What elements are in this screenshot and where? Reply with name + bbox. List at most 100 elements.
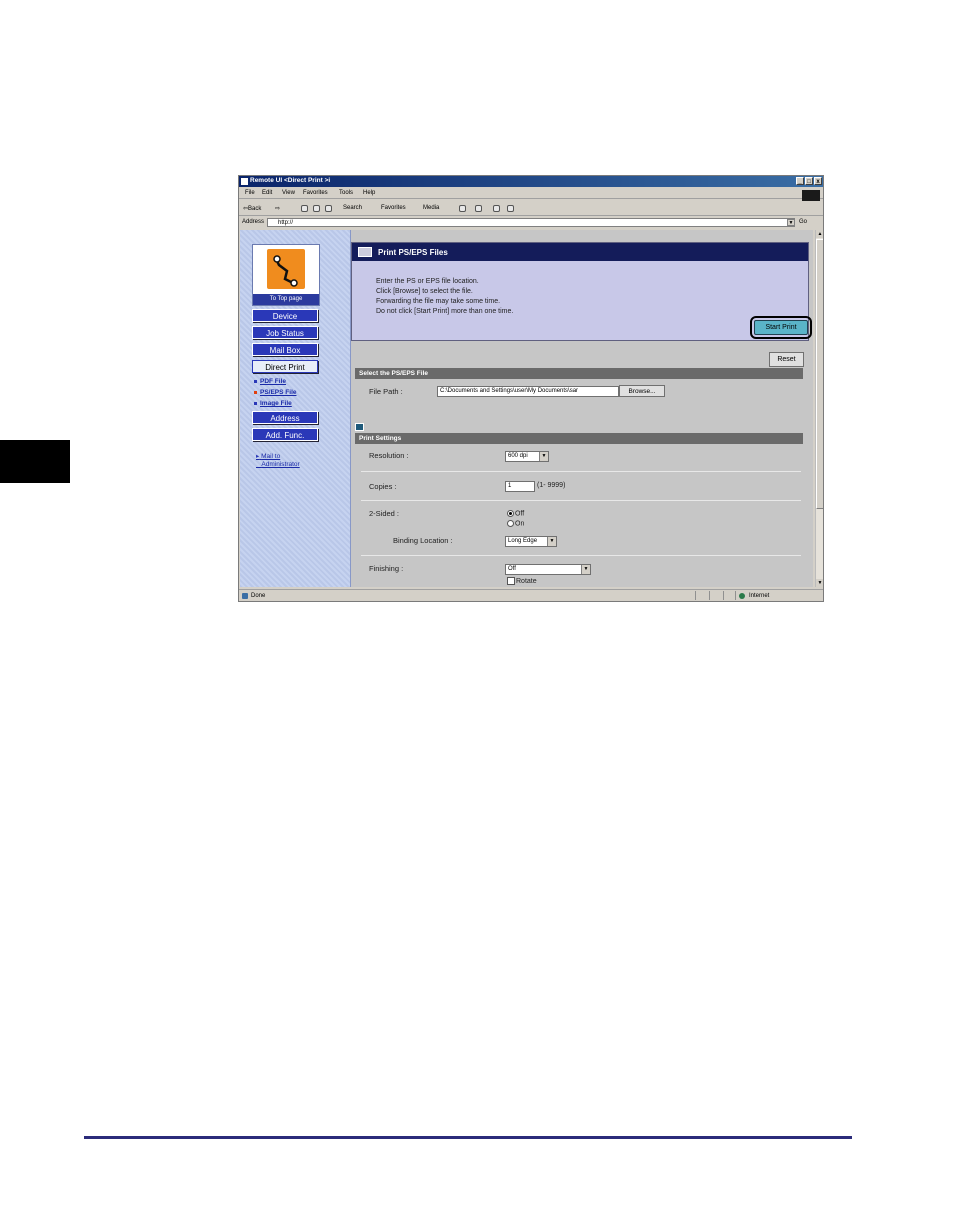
scroll-up-icon[interactable]: ▲: [816, 230, 823, 238]
menu-edit[interactable]: Edit: [262, 190, 272, 196]
browse-button[interactable]: Browse...: [619, 385, 665, 397]
sublink-label: Image File: [260, 400, 292, 407]
divider: [361, 471, 801, 472]
panel-title: Print PS/EPS Files: [378, 248, 448, 257]
status-text: Done: [251, 593, 266, 599]
resolution-value: 600 dpi: [508, 453, 528, 459]
maximize-button[interactable]: □: [805, 177, 813, 185]
finishing-value: Off: [508, 566, 516, 572]
scroll-thumb[interactable]: [816, 239, 823, 509]
menu-view[interactable]: View: [282, 190, 295, 196]
chevron-down-icon: ▼: [539, 452, 548, 461]
divider: [735, 591, 736, 600]
window-title: Remote UI <Direct Print >i: [250, 177, 331, 184]
internet-zone-icon: [739, 593, 745, 599]
bullet-icon: [254, 401, 257, 405]
media-button[interactable]: Media: [423, 205, 439, 211]
sublink-label: PDF File: [260, 378, 287, 385]
panel-instructions: Enter the PS or EPS file location. Click…: [376, 277, 513, 317]
instruction-line: Forwarding the file may take some time.: [376, 298, 501, 305]
finishing-select[interactable]: Off ▼: [505, 564, 591, 575]
search-button[interactable]: Search: [343, 205, 362, 211]
menu-file[interactable]: File: [245, 190, 255, 196]
divider: [695, 591, 696, 600]
menu-help[interactable]: Help: [363, 190, 375, 196]
chapter-tab: [0, 440, 70, 483]
vertical-scrollbar[interactable]: ▲ ▼: [815, 230, 823, 587]
back-button[interactable]: ⇦Back: [243, 205, 261, 212]
radio-icon: [507, 520, 514, 527]
divider: [361, 500, 801, 501]
bullet-icon: [254, 390, 257, 394]
mail-line1: Mail to: [261, 453, 281, 460]
back-to-top-icon[interactable]: [355, 423, 364, 431]
nav-direct-print-label: Direct Print: [265, 363, 305, 372]
copies-label: Copies :: [369, 482, 397, 491]
address-input[interactable]: http://: [267, 218, 795, 227]
binding-location-select[interactable]: Long Edge ▼: [505, 536, 557, 547]
toolbar: ⇦Back ⇨ Search Favorites Media: [239, 203, 823, 216]
sublink-image-file[interactable]: Image File: [254, 400, 292, 407]
zone-text: Internet: [749, 593, 770, 599]
go-button[interactable]: Go: [799, 219, 807, 225]
print-icon[interactable]: [493, 205, 500, 212]
resolution-select[interactable]: 600 dpi ▼: [505, 451, 549, 462]
address-label: Address: [242, 219, 265, 225]
refresh-icon[interactable]: [313, 205, 320, 212]
rotate-checkbox[interactable]: Rotate: [507, 577, 537, 585]
edit-icon[interactable]: [507, 205, 514, 212]
chevron-down-icon: ▼: [547, 537, 556, 546]
page-icon: [242, 593, 248, 599]
top-page-label: To Top page: [253, 294, 319, 305]
main-content: Print PS/EPS Files Enter the PS or EPS f…: [351, 230, 813, 587]
radio-selected-icon: [507, 510, 514, 517]
finishing-label: Finishing :: [369, 564, 404, 573]
nav-device-button[interactable]: Device: [252, 309, 318, 322]
forward-button[interactable]: ⇨: [275, 205, 280, 212]
divider: [361, 555, 801, 556]
divider: [723, 591, 724, 600]
file-path-input[interactable]: C:\Documents and Settings\user\My Docume…: [437, 386, 619, 397]
reset-button[interactable]: Reset: [769, 352, 804, 367]
two-sided-on-radio[interactable]: On: [507, 520, 524, 527]
checkbox-icon: [507, 577, 515, 585]
browser-window: Remote UI <Direct Print >i _ □ x File Ed…: [238, 175, 824, 602]
title-bar: Remote UI <Direct Print >i _ □ x: [239, 176, 823, 187]
menu-favorites[interactable]: Favorites: [303, 190, 328, 196]
menu-bar: File Edit View Favorites Tools Help: [239, 188, 823, 199]
bullet-icon: [254, 379, 257, 383]
home-icon[interactable]: [325, 205, 332, 212]
two-sided-on-label: On: [515, 520, 525, 528]
copies-range: (1- 9999): [537, 482, 566, 489]
minimize-button[interactable]: _: [796, 177, 804, 185]
nav-direct-print-button[interactable]: Direct Print: [252, 360, 318, 373]
mail-icon[interactable]: [475, 205, 482, 212]
nav-add-func-button[interactable]: Add. Func.: [252, 428, 318, 441]
start-print-button[interactable]: Start Print: [750, 316, 812, 339]
device-logo-icon: [267, 249, 305, 289]
two-sided-off-radio[interactable]: Off: [507, 510, 524, 517]
nav-address-button[interactable]: Address: [252, 411, 318, 424]
history-icon[interactable]: [459, 205, 466, 212]
two-sided-label: 2-Sided :: [369, 509, 400, 518]
top-page-link[interactable]: To Top page: [252, 244, 320, 306]
address-dropdown-icon[interactable]: ▼: [787, 219, 795, 226]
mail-to-administrator-link[interactable]: ▸ Mail to Administrator: [256, 453, 300, 469]
print-file-icon: [358, 247, 372, 257]
favorites-button[interactable]: Favorites: [381, 205, 406, 211]
print-panel: Print PS/EPS Files Enter the PS or EPS f…: [351, 242, 812, 341]
instruction-line: Enter the PS or EPS file location.: [376, 278, 479, 285]
binding-location-label: Binding Location :: [393, 536, 453, 545]
resolution-label: Resolution :: [369, 451, 409, 460]
copies-input[interactable]: 1: [505, 481, 535, 492]
sublink-ps-eps-file[interactable]: PS/EPS File: [254, 389, 297, 396]
two-sided-off-label: Off: [515, 510, 525, 518]
nav-job-status-button[interactable]: Job Status: [252, 326, 318, 339]
scroll-down-icon[interactable]: ▼: [816, 579, 823, 587]
sublink-pdf-file[interactable]: PDF File: [254, 378, 286, 385]
menu-tools[interactable]: Tools: [339, 190, 353, 196]
close-button[interactable]: x: [814, 177, 822, 185]
stop-icon[interactable]: [301, 205, 308, 212]
nav-mail-box-button[interactable]: Mail Box: [252, 343, 318, 356]
windows-logo-icon: [802, 190, 820, 201]
